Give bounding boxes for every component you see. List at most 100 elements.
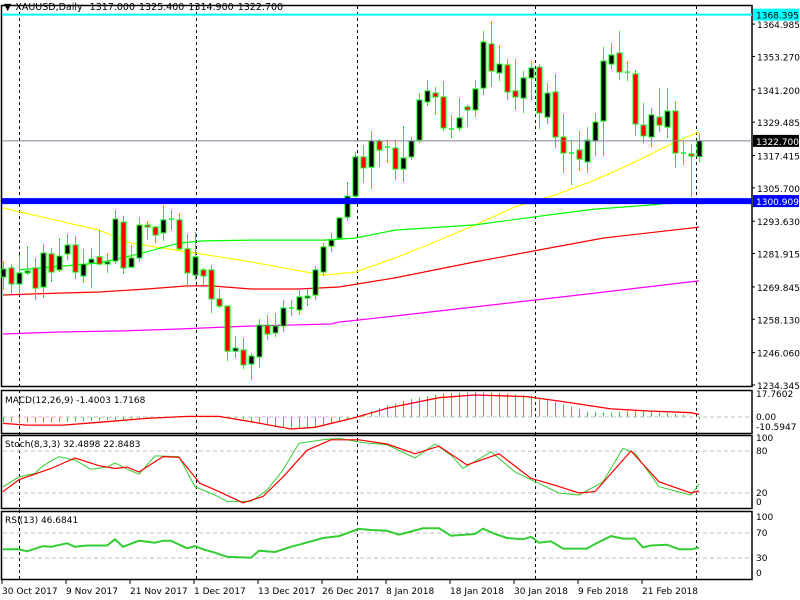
candle-body-bullish <box>648 114 655 138</box>
candle-body-bearish <box>632 73 639 125</box>
stochastic-axis-label: 100 <box>756 434 773 444</box>
candle-body-bearish <box>224 305 231 352</box>
candle-body-bullish <box>272 325 279 334</box>
stochastic-axis-label: 0 <box>756 498 762 508</box>
candle-body-bearish <box>616 52 623 73</box>
candle-body-bearish <box>504 64 511 93</box>
date-axis-label: 21 Feb 2018 <box>642 587 698 597</box>
candle-body-bearish <box>560 136 567 154</box>
candle-body-bullish <box>136 224 143 259</box>
candle-body-bearish <box>144 224 151 228</box>
price-axis-label: 1329.485 <box>757 119 800 129</box>
symbol-timeframe: XAUUSD,Daily <box>15 2 83 13</box>
candle-body-bullish <box>528 67 535 79</box>
candle-body-bearish <box>32 267 39 289</box>
rsi-title: RSI(13) 46.6841 <box>5 516 78 526</box>
candle <box>352 151 359 199</box>
date-axis-label: 9 Nov 2017 <box>66 587 118 597</box>
macd-axis-label: 17.7602 <box>756 390 793 400</box>
candle-body-bullish <box>312 269 319 296</box>
candle-body-bearish <box>376 140 383 151</box>
candle-body-bearish <box>392 147 399 170</box>
candle-body-bearish <box>640 124 647 137</box>
candle <box>120 216 127 275</box>
main-price-panel <box>0 4 753 388</box>
candle-body-bearish <box>536 66 543 114</box>
candle-body-bullish <box>608 54 615 65</box>
candle-body-bearish <box>264 324 271 335</box>
price-axis-label: 1258.130 <box>757 316 800 326</box>
candle-body-bearish <box>120 221 127 269</box>
date-axis-label: 13 Dec 2017 <box>258 587 316 597</box>
candle-body-bullish <box>456 117 463 129</box>
candle <box>312 266 319 300</box>
price-axis-label: 1341.200 <box>757 87 800 97</box>
candle-body-bearish <box>672 110 679 154</box>
candle-body-bullish <box>24 270 31 274</box>
candle-body-bearish <box>208 269 215 300</box>
candle-body-bullish <box>368 140 375 168</box>
candle-body-bullish <box>104 261 111 265</box>
date-axis-label: 18 Jan 2018 <box>450 587 504 597</box>
candle-body-bearish <box>552 91 559 138</box>
candle-body-bearish <box>96 256 103 265</box>
price-axis-label: 1317.415 <box>757 152 800 162</box>
candle-body-bullish <box>232 347 239 352</box>
candle-body-bearish <box>200 269 207 277</box>
ohlc-low: 1314.900 <box>188 2 234 13</box>
price-axis-label: 1281.915 <box>757 251 800 261</box>
candle-body-bullish <box>160 219 167 234</box>
candle-body-bullish <box>80 263 87 277</box>
candle-body-bullish <box>280 307 287 327</box>
ohlc-close: 1322.700 <box>237 2 284 13</box>
candle-body-bullish <box>16 272 23 285</box>
candle-body-bearish <box>176 219 183 250</box>
ohlc-high: 1325.400 <box>139 2 185 13</box>
candle-body-bearish <box>184 248 191 274</box>
candle-body-bullish <box>592 121 599 142</box>
candle-body-bullish <box>696 140 703 158</box>
price-axis-label: 1364.985 <box>757 21 800 31</box>
date-axis-label: 30 Jan 2018 <box>514 587 568 597</box>
candle-body-bullish <box>296 296 303 311</box>
candle-body-bullish <box>304 295 311 299</box>
candle-body-bullish <box>192 256 199 276</box>
candle-body-bullish <box>56 255 63 271</box>
candle-body-bearish <box>576 149 583 160</box>
candle-body-bearish <box>48 253 55 273</box>
rsi-axis-label: 70 <box>756 529 768 539</box>
candle-body-bearish <box>240 349 247 366</box>
candle <box>416 93 423 144</box>
trading-chart[interactable]: 1368.3951300.9091322.700 MACD(12,26,9) -… <box>0 0 800 600</box>
price-axis-label: 1305.700 <box>757 185 800 195</box>
rsi-axis-label: 100 <box>756 513 773 523</box>
candle-body-bullish <box>112 218 119 262</box>
price-axis-label: 1353.270 <box>757 53 800 63</box>
date-axis-label: 9 Feb 2018 <box>578 587 629 597</box>
bid-level-price-label: 1322.700 <box>756 138 799 148</box>
rsi-axis-label: 0 <box>756 569 762 579</box>
candle-body-bullish <box>472 88 479 111</box>
candle-body-bullish <box>88 258 95 264</box>
price-axis-label: 1269.845 <box>757 284 800 294</box>
ohlc-open: 1317.000 <box>89 2 136 13</box>
date-axis-label: 21 Nov 2017 <box>130 587 188 597</box>
candle-body-bullish <box>256 324 263 358</box>
candle-body-bullish <box>336 217 343 239</box>
candle-body-bullish <box>600 60 607 122</box>
candle-body-bullish <box>320 246 327 273</box>
candle-body-bullish <box>424 90 431 103</box>
candle-body-bearish <box>216 298 223 307</box>
date-axis-label: 30 Oct 2017 <box>2 587 58 597</box>
stochastic-axis-label: 80 <box>756 447 768 457</box>
candle-body-bullish <box>40 252 47 288</box>
candle-body-bullish <box>64 244 71 255</box>
candle-body-bearish <box>440 96 447 129</box>
candle-body-bullish <box>400 157 407 170</box>
candle <box>320 243 327 276</box>
price-axis-label: 1246.060 <box>757 350 800 360</box>
triangle-down-icon[interactable]: ▼ <box>4 2 11 13</box>
candle-body-bearish <box>152 226 159 236</box>
date-axis-label: 26 Dec 2017 <box>322 587 380 597</box>
macd-title: MACD(12,26,9) -1.4003 1.7168 <box>5 396 146 406</box>
